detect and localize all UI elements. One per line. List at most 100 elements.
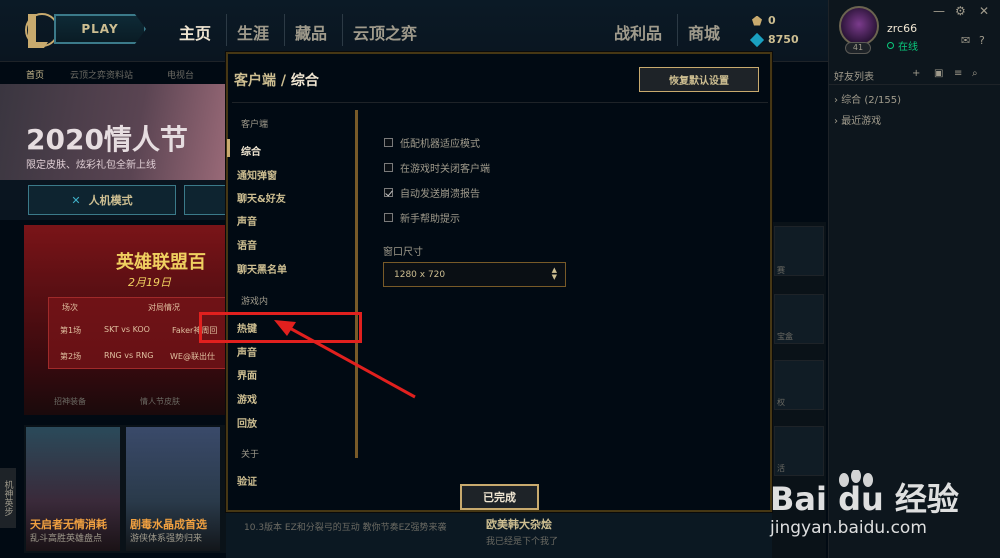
baidu-jingyan-watermark: Bai du 经验: [770, 480, 959, 518]
done-button[interactable]: 已完成: [460, 484, 539, 510]
match-table-header: 对局情况: [148, 303, 180, 312]
list-icon[interactable]: ≡: [954, 68, 966, 79]
side-tile-label: 宝盒: [777, 332, 793, 341]
subnav-home[interactable]: 首页: [26, 68, 44, 81]
side-tile[interactable]: 权: [774, 360, 824, 410]
blue-essence-icon: [752, 15, 762, 26]
side-tile-label: 权: [777, 398, 785, 407]
breadcrumb-parent[interactable]: 客户端: [234, 73, 276, 89]
checkbox-checked[interactable]: [384, 188, 393, 197]
menu-section-client: 客户端: [241, 120, 269, 130]
league-logo-icon[interactable]: [22, 10, 58, 50]
window-size-select[interactable]: 1280 x 720 ▲ ▼: [383, 262, 566, 287]
close-icon[interactable]: ✕: [979, 4, 989, 18]
bottom-promo-subtitle: 我已经是下个我了: [486, 537, 559, 547]
news-tile-subtitle: 乱斗高胜英雄盘点: [30, 534, 103, 544]
side-tile[interactable]: 活: [774, 426, 824, 476]
friends-group-label: 最近游戏: [841, 116, 882, 127]
friends-group-general[interactable]: › 综合 (2/155): [834, 91, 901, 106]
mode-button-secondary[interactable]: [184, 185, 226, 215]
option-low-spec-mode[interactable]: 低配机器适应模式: [384, 135, 480, 150]
settings-gear-icon[interactable]: ⚙: [955, 4, 966, 18]
menu-item-chat-blacklist[interactable]: 聊天黑名单: [237, 261, 287, 276]
menu-item-general[interactable]: 综合: [241, 143, 261, 158]
riot-points-icon: [749, 32, 765, 47]
friends-list-title: 好友列表: [834, 72, 874, 83]
menu-item-game[interactable]: 游戏: [237, 391, 257, 406]
match-table-header: 场次: [62, 303, 78, 312]
match-table-cell: SKT vs KOO: [104, 325, 150, 334]
chevron-right-icon: ›: [834, 95, 838, 106]
nav-loot[interactable]: 战利品: [614, 20, 662, 44]
restore-defaults-button[interactable]: 恢复默认设置: [639, 67, 759, 92]
friends-group-label: 综合 (2/155): [841, 95, 901, 106]
menu-item-game-sound[interactable]: 声音: [237, 344, 257, 359]
mail-icon[interactable]: ✉: [961, 34, 970, 47]
nav-divider: [226, 14, 227, 46]
status-dot-icon: [887, 42, 894, 49]
username: zrc66: [887, 22, 918, 35]
nav-collection[interactable]: 藏品: [295, 20, 327, 44]
avatar[interactable]: [839, 6, 879, 46]
bottom-promo-title[interactable]: 欧美韩大杂烩: [486, 516, 552, 532]
menu-item-replays[interactable]: 回放: [237, 415, 257, 430]
annotation-highlight-box: [199, 312, 362, 343]
menu-item-client-sound[interactable]: 声音: [237, 213, 257, 228]
nav-divider: [342, 14, 343, 46]
checkbox[interactable]: [384, 163, 393, 172]
side-tile[interactable]: 宝盒: [774, 294, 824, 344]
esports-promo-date: 2月19日: [128, 276, 171, 289]
option-send-crash-reports[interactable]: 自动发送崩溃报告: [384, 185, 480, 200]
side-tile[interactable]: 赛: [774, 226, 824, 276]
option-label: 自动发送崩溃报告: [400, 189, 480, 200]
blue-essence-balance: 0: [752, 14, 776, 27]
riot-points-balance: 8750: [749, 32, 799, 47]
left-side-tab[interactable]: 机神英步: [0, 468, 16, 528]
menu-item-interface[interactable]: 界面: [237, 367, 257, 382]
menu-item-voice[interactable]: 语音: [237, 237, 257, 252]
subnav-tft-site[interactable]: 云顶之弈资料站: [70, 68, 133, 81]
menu-item-verification[interactable]: 验证: [237, 473, 257, 488]
side-tile-label: 赛: [777, 266, 785, 275]
option-newbie-tips[interactable]: 新手帮助提示: [384, 210, 460, 225]
bottom-news-text[interactable]: 10.3版本 EZ和分裂弓的互动 教你节奏EZ强势来袭: [244, 520, 446, 533]
play-button[interactable]: PLAY: [54, 14, 146, 44]
promo-tile-label[interactable]: 情人节皮肤: [140, 396, 180, 407]
nav-divider: [284, 14, 285, 46]
menu-scrollbar[interactable]: [355, 110, 358, 458]
menu-selected-marker: [227, 139, 230, 157]
menu-item-chat-friends[interactable]: 聊天&好友: [237, 190, 286, 205]
match-table-cell: WE@联出仕: [170, 352, 215, 361]
option-close-client-in-game[interactable]: 在游戏时关闭客户端: [384, 160, 490, 175]
menu-item-notifications[interactable]: 通知弹窗: [237, 167, 277, 182]
coop-vs-ai-button[interactable]: ✕ 人机模式: [28, 185, 176, 215]
add-friend-icon[interactable]: +: [912, 68, 924, 79]
minimize-icon[interactable]: —: [933, 4, 945, 18]
add-folder-icon[interactable]: ▣: [934, 68, 946, 79]
nav-store[interactable]: 商城: [688, 20, 720, 44]
search-icon[interactable]: ⌕: [972, 68, 984, 79]
nav-career[interactable]: 生涯: [237, 20, 269, 44]
chevron-right-icon: ›: [834, 116, 838, 127]
menu-section-about: 关于: [241, 450, 260, 460]
nav-home[interactable]: 主页: [179, 20, 211, 44]
match-table-cell: 第2场: [60, 352, 82, 361]
help-icon[interactable]: ?: [979, 34, 985, 47]
coop-vs-ai-label: 人机模式: [88, 194, 133, 207]
checkbox[interactable]: [384, 213, 393, 222]
friends-group-recent[interactable]: › 最近游戏: [834, 112, 881, 127]
option-label: 新手帮助提示: [400, 214, 460, 225]
breadcrumb-separator: /: [276, 73, 291, 89]
breadcrumb-current: 综合: [290, 73, 319, 89]
window-size-label: 窗口尺寸: [383, 247, 423, 258]
nav-tft[interactable]: 云顶之弈: [353, 20, 417, 44]
baidu-jingyan-url: jingyan.baidu.com: [770, 518, 927, 538]
riot-points-value: 8750: [768, 33, 799, 46]
online-status[interactable]: 在线: [887, 38, 918, 53]
news-tile-title: 剧毒水晶成首选: [130, 518, 207, 531]
friends-divider: [828, 84, 1000, 85]
subnav-tv[interactable]: 电视台: [167, 68, 194, 81]
settings-breadcrumb: 客户端 / 综合: [234, 70, 319, 90]
promo-tile-label[interactable]: 招神装备: [54, 396, 86, 407]
checkbox[interactable]: [384, 138, 393, 147]
